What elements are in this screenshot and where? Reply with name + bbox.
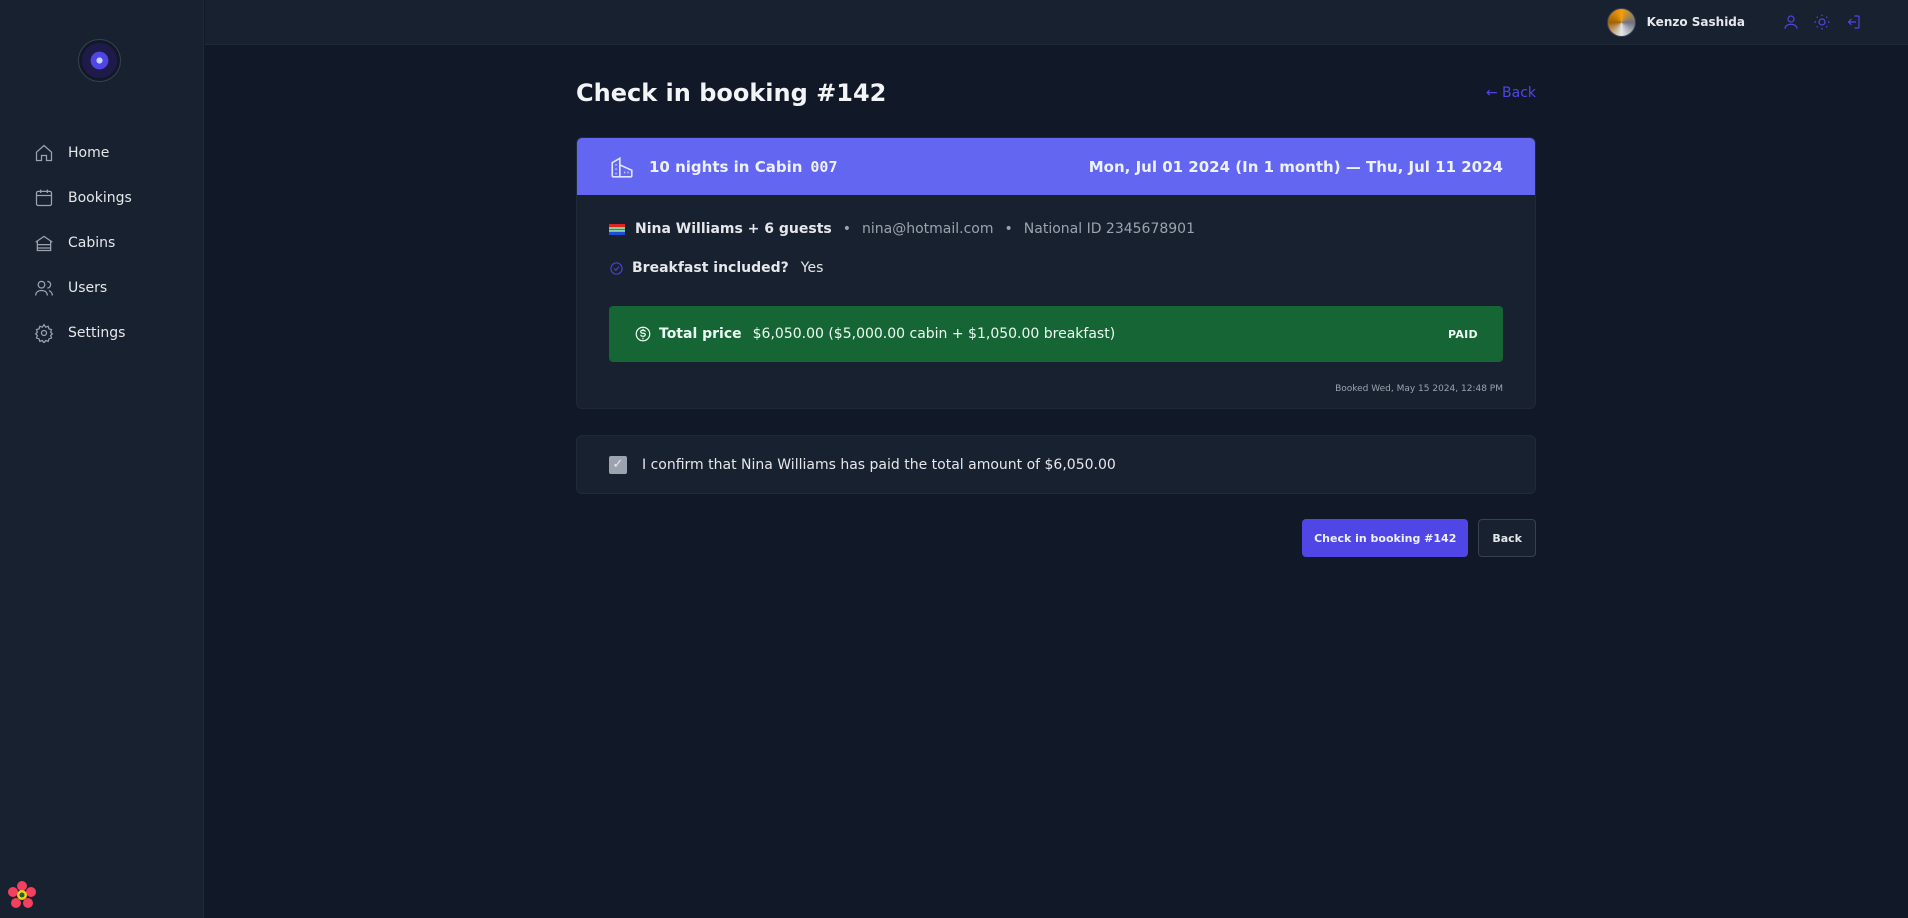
logout-icon[interactable]	[1844, 13, 1862, 31]
separator-dot: •	[1004, 221, 1013, 237]
price-value: $6,050.00 ($5,000.00 cabin + $1,050.00 b…	[752, 326, 1116, 342]
home-icon	[35, 144, 53, 161]
dollar-circle-icon	[635, 326, 651, 342]
sidebar-item-settings[interactable]: Settings	[24, 310, 184, 355]
calendar-icon	[35, 189, 53, 206]
cabin-building-icon	[611, 156, 633, 178]
price-info: Total price $6,050.00 ($5,000.00 cabin +…	[634, 325, 1115, 343]
title-row: Check in booking #142 ← Back	[576, 72, 1536, 114]
sidebar: Home Bookings Cabins Users Settings	[0, 0, 204, 918]
app-logo	[78, 39, 121, 82]
payment-status: PAID	[1448, 327, 1478, 341]
main-content: Check in booking #142 ← Back 10 nights i…	[576, 72, 1536, 557]
guest-name: Nina Williams + 6 guests	[635, 221, 832, 237]
breakfast-value: Yes	[800, 260, 824, 276]
user-name: Kenzo Sashida	[1646, 15, 1745, 29]
sun-icon[interactable]	[1813, 13, 1831, 31]
breakfast-label: Breakfast included?	[632, 260, 789, 276]
booking-card-body: Nina Williams + 6 guests • nina@hotmail.…	[577, 195, 1535, 408]
price-label: Total price	[659, 326, 742, 342]
sidebar-item-label: Settings	[68, 324, 126, 341]
users-icon	[35, 280, 53, 296]
check-in-button[interactable]: Check in booking #142	[1302, 519, 1469, 557]
page-title: Check in booking #142	[576, 79, 887, 107]
sidebar-item-label: Users	[68, 279, 108, 296]
sidebar-item-bookings[interactable]: Bookings	[24, 175, 184, 220]
sidebar-item-users[interactable]: Users	[24, 265, 184, 310]
cabin-code: 007	[810, 157, 838, 176]
country-flag-icon	[609, 223, 625, 235]
sidebar-item-label: Home	[68, 144, 110, 161]
sidebar-item-cabins[interactable]: Cabins	[24, 220, 184, 265]
action-buttons: Check in booking #142 Back	[576, 519, 1536, 557]
booked-timestamp: Booked Wed, May 15 2024, 12:48 PM	[1335, 384, 1503, 394]
sidebar-item-label: Cabins	[68, 234, 116, 251]
user-icon[interactable]	[1782, 13, 1800, 31]
back-link[interactable]: ← Back	[1486, 85, 1536, 101]
gear-icon	[34, 323, 54, 343]
back-button[interactable]: Back	[1478, 519, 1536, 557]
guest-row: Nina Williams + 6 guests • nina@hotmail.…	[609, 219, 1503, 239]
guest-email: nina@hotmail.com	[862, 221, 994, 237]
booking-card-header: 10 nights in Cabin 007 Mon, Jul 01 2024 …	[577, 138, 1535, 195]
price-box: Total price $6,050.00 ($5,000.00 cabin +…	[609, 306, 1503, 362]
check-circle-icon	[610, 261, 623, 275]
breakfast-row: Breakfast included? Yes	[609, 258, 1503, 278]
cabin-icon	[35, 235, 53, 251]
avatar	[1606, 7, 1636, 37]
booking-card: 10 nights in Cabin 007 Mon, Jul 01 2024 …	[576, 137, 1536, 409]
devtools-flower-icon[interactable]	[7, 880, 37, 910]
guest-national-id: National ID 2345678901	[1023, 221, 1196, 237]
sidebar-item-label: Bookings	[68, 189, 132, 206]
confirm-paid-label[interactable]: I confirm that Nina Williams has paid th…	[642, 457, 1116, 473]
cabin-summary: 10 nights in Cabin 007	[609, 154, 837, 180]
main-nav: Home Bookings Cabins Users Settings	[24, 130, 184, 355]
confirm-payment-box: ✓ I confirm that Nina Williams has paid …	[576, 435, 1536, 494]
sidebar-item-home[interactable]: Home	[24, 130, 184, 175]
booking-dates: Mon, Jul 01 2024 (In 1 month) — Thu, Jul…	[1088, 157, 1503, 176]
separator-dot: •	[842, 221, 852, 237]
confirm-paid-checkbox[interactable]: ✓	[609, 455, 627, 474]
nights-text: 10 nights in Cabin	[649, 157, 803, 176]
top-header: Kenzo Sashida	[205, 0, 1908, 45]
